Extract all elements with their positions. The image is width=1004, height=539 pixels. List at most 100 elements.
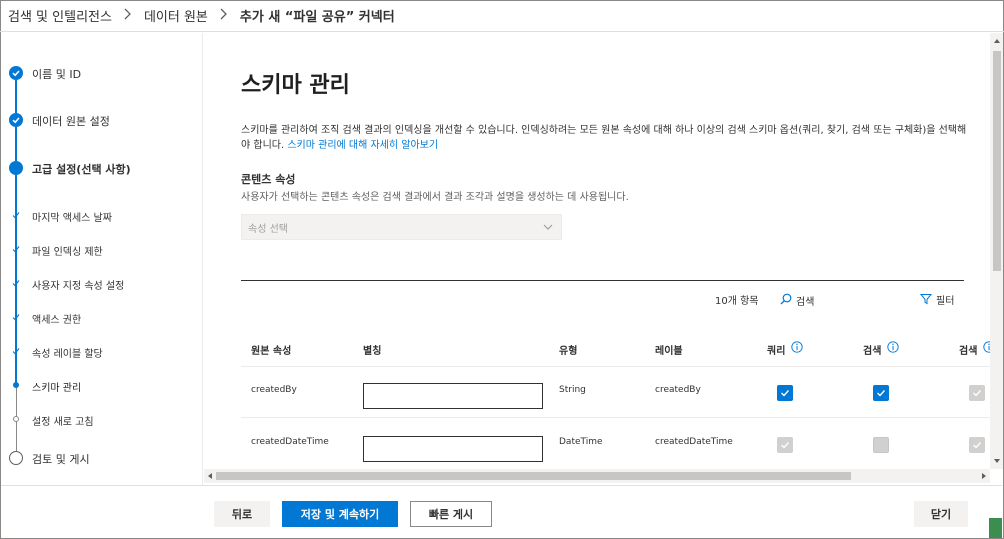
- query-checkbox[interactable]: [777, 385, 793, 401]
- step-advanced-settings[interactable]: 고급 설정(선택 사항): [1, 161, 203, 176]
- substep-manage-schema[interactable]: 스키마 관리: [1, 380, 203, 394]
- scroll-left-icon[interactable]: [206, 472, 214, 480]
- substep-label: 설정 새로 고침: [32, 417, 94, 428]
- alias-input[interactable]: [363, 383, 543, 409]
- checkmark-icon: [973, 442, 982, 449]
- column-header-source-property[interactable]: 원본 속성: [251, 342, 291, 357]
- checkmark-icon: [9, 66, 23, 80]
- filter-label: 필터: [936, 295, 955, 307]
- step-review-publish[interactable]: 검토 및 게시: [1, 451, 203, 466]
- main-content: 스키마 관리 스키마를 관리하여 조직 검색 결과의 인덱싱을 개선할 수 있습…: [204, 33, 990, 469]
- search-input[interactable]: 검색: [776, 288, 896, 310]
- back-button[interactable]: 뒤로: [214, 501, 270, 527]
- row-divider: [241, 417, 990, 418]
- step-label: 검토 및 게시: [32, 453, 90, 466]
- column-header-label[interactable]: 레이블: [655, 342, 683, 357]
- checkmark-icon: [12, 314, 20, 321]
- header-label: 레이블: [655, 346, 683, 357]
- scroll-up-icon[interactable]: [993, 37, 1001, 45]
- cell-source-property: createdBy: [251, 385, 297, 395]
- substep-file-index-limit[interactable]: 파일 인덱싱 제한: [1, 244, 203, 258]
- breadcrumb-current-page: 추가 새 “파일 공유” 커넥터: [239, 10, 395, 25]
- chevron-right-icon: [124, 8, 132, 24]
- column-header-retrieve[interactable]: 검색: [959, 337, 990, 357]
- chevron-right-icon: [220, 8, 228, 24]
- query-checkbox[interactable]: [777, 437, 793, 453]
- filter-button[interactable]: 필터: [920, 289, 954, 309]
- substep-label: 액세스 권한: [32, 315, 82, 326]
- substep-label: 파일 인덱싱 제한: [32, 247, 103, 258]
- learn-more-link[interactable]: 스키마 관리에 대해 자세히 알아보기: [287, 140, 438, 151]
- chevron-down-icon: [543, 224, 553, 230]
- checkmark-icon: [12, 246, 20, 253]
- step-connector: [15, 80, 17, 113]
- checkmark-icon: [973, 390, 982, 397]
- filter-icon: [920, 294, 932, 305]
- substep-label: 사용자 지정 속성 설정: [32, 281, 125, 292]
- pending-substep-dot: [13, 416, 19, 422]
- search-placeholder: 검색: [796, 297, 815, 308]
- cell-type: DateTime: [559, 437, 603, 447]
- row-divider: [241, 366, 990, 367]
- vertical-scrollbar[interactable]: [990, 33, 1003, 469]
- cell-source-property: createdDateTime: [251, 437, 329, 447]
- header-label: 검색: [959, 346, 978, 357]
- search-checkbox[interactable]: [873, 385, 889, 401]
- step-label: 이름 및 ID: [32, 68, 82, 81]
- checkmark-icon: [781, 390, 790, 397]
- checkmark-icon: [877, 390, 886, 397]
- column-header-query[interactable]: 쿼리: [767, 337, 804, 357]
- step-data-source[interactable]: 데이터 원본 설정: [1, 113, 203, 128]
- current-step-dot: [9, 161, 23, 175]
- step-name-id[interactable]: 이름 및 ID: [1, 66, 203, 81]
- alias-input[interactable]: [363, 436, 543, 462]
- pending-step-dot: [9, 451, 23, 465]
- search-checkbox[interactable]: [873, 437, 889, 453]
- dropdown-placeholder: 속성 선택: [248, 223, 288, 235]
- save-continue-button[interactable]: 저장 및 계속하기: [282, 501, 398, 527]
- schema-description: 스키마를 관리하여 조직 검색 결과의 인덱싱을 개선할 수 있습니다. 인덱싱…: [241, 123, 967, 153]
- breadcrumb: 검색 및 인텔리전스 데이터 원본 추가 새 “파일 공유” 커넥터: [0, 0, 1004, 32]
- checkmark-icon: [9, 113, 23, 127]
- content-property-dropdown[interactable]: 속성 선택: [241, 214, 562, 240]
- substep-label: 마지막 액세스 날짜: [32, 213, 112, 224]
- quick-publish-button[interactable]: 빠른 게시: [410, 501, 492, 527]
- header-label: 검색: [863, 346, 882, 357]
- current-substep-dot: [13, 382, 19, 388]
- checkmark-icon: [12, 348, 20, 355]
- content-property-description: 사용자가 선택하는 콘텐츠 속성은 검색 결과에서 결과 조각과 설명을 생성하…: [241, 192, 629, 203]
- scroll-down-icon[interactable]: [993, 457, 1001, 465]
- substep-last-access-date[interactable]: 마지막 액세스 날짜: [1, 210, 203, 224]
- column-header-search[interactable]: 검색: [863, 337, 900, 357]
- breadcrumb-data-sources[interactable]: 데이터 원본: [144, 6, 208, 25]
- column-header-alias[interactable]: 별칭: [363, 342, 381, 357]
- cell-type: String: [559, 385, 586, 395]
- breadcrumb-search-intelligence[interactable]: 검색 및 인텔리전스: [8, 6, 112, 25]
- step-connector: [15, 127, 17, 161]
- substep-access-permissions[interactable]: 액세스 권한: [1, 312, 203, 326]
- substep-custom-properties[interactable]: 사용자 지정 속성 설정: [1, 278, 203, 292]
- info-icon[interactable]: [887, 341, 900, 353]
- column-header-type[interactable]: 유형: [559, 342, 577, 357]
- section-divider: [241, 280, 964, 281]
- substep-assign-labels[interactable]: 속성 레이블 할당: [1, 346, 203, 360]
- header-label: 원본 속성: [251, 346, 292, 357]
- header-label: 쿼리: [767, 346, 786, 357]
- step-label: 데이터 원본 설정: [32, 115, 110, 128]
- substep-refresh-settings[interactable]: 설정 새로 고침: [1, 414, 203, 428]
- retrieve-checkbox[interactable]: [969, 437, 985, 453]
- retrieve-checkbox[interactable]: [969, 385, 985, 401]
- info-icon[interactable]: [983, 341, 990, 353]
- search-icon: [780, 293, 792, 305]
- info-icon[interactable]: [791, 341, 804, 353]
- header-label: 유형: [559, 346, 578, 357]
- checkmark-icon: [781, 442, 790, 449]
- close-button[interactable]: 닫기: [914, 501, 968, 527]
- cell-label: createdDateTime: [655, 437, 733, 447]
- scrollbar-thumb[interactable]: [216, 472, 851, 480]
- horizontal-scrollbar[interactable]: [204, 469, 990, 483]
- scrollbar-thumb[interactable]: [993, 51, 1001, 271]
- scroll-right-icon[interactable]: [980, 472, 988, 480]
- item-count: 10개 항목: [715, 296, 759, 307]
- corner-accent: [989, 518, 1002, 538]
